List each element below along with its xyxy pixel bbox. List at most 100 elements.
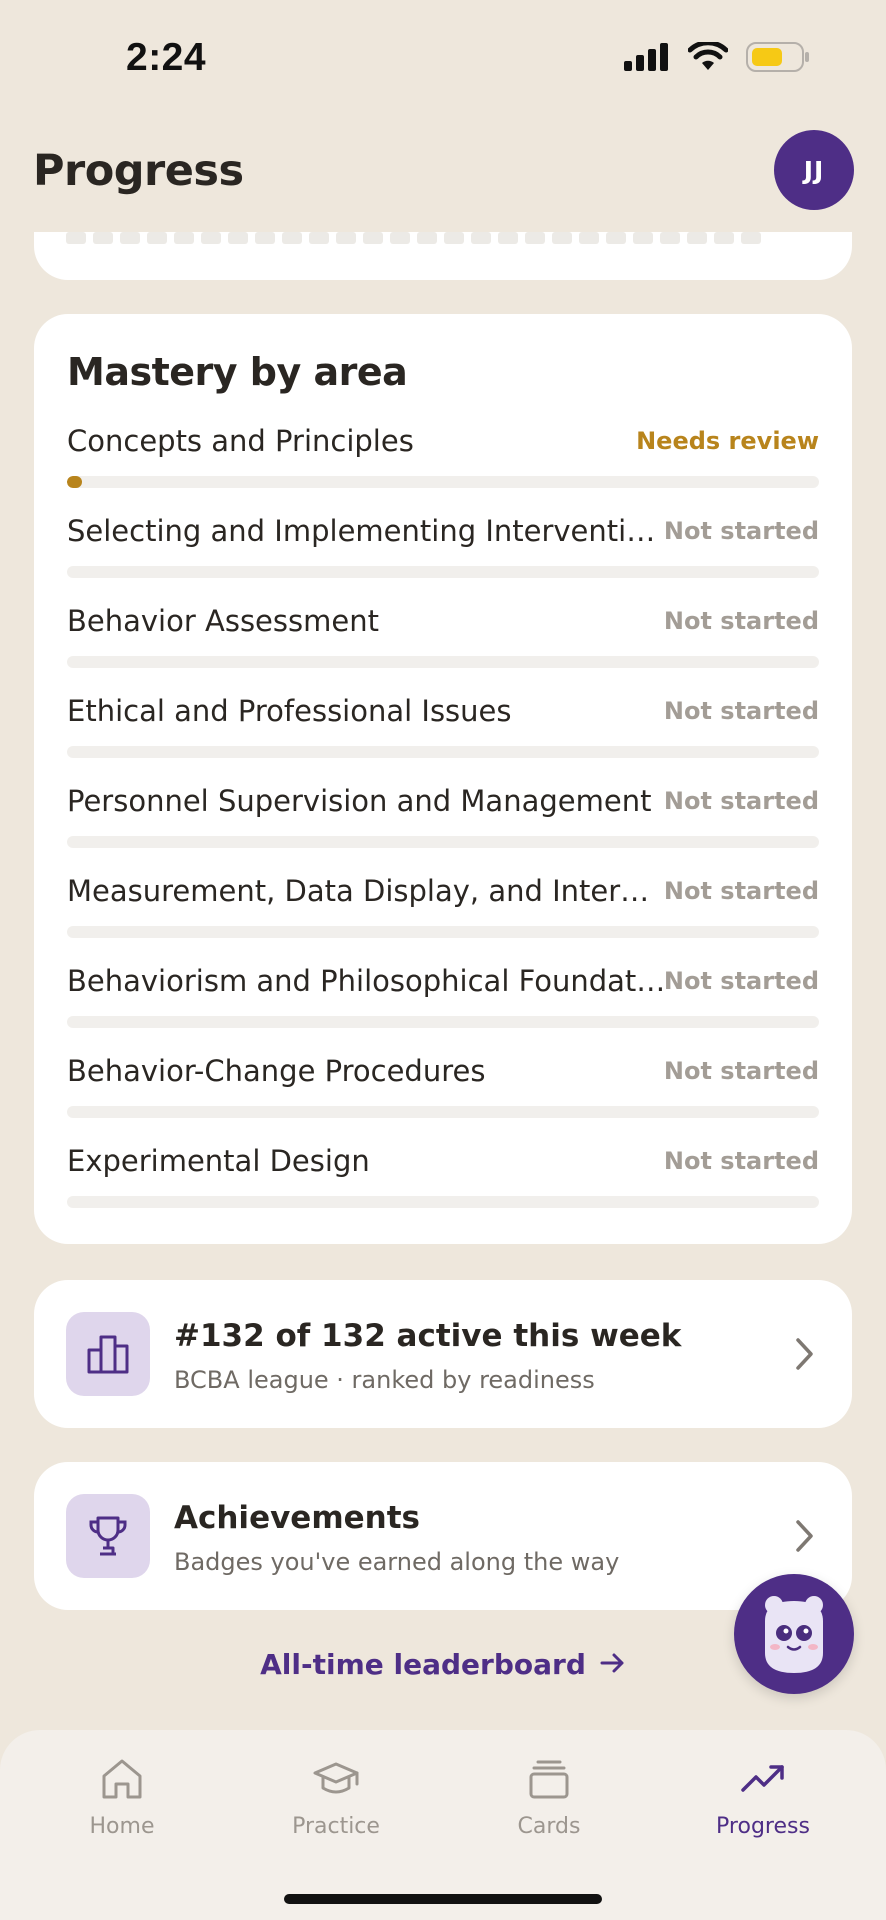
achievements-subtitle: Badges you've earned along the way <box>174 1548 620 1576</box>
area-progress-bar <box>67 1106 819 1118</box>
area-status: Not started <box>663 697 819 725</box>
avatar[interactable]: JJ <box>774 130 854 210</box>
tab-bar: Home Practice Cards Progress <box>0 1730 886 1920</box>
tab-progress[interactable]: Progress <box>663 1730 863 1860</box>
mastery-card: Mastery by area Concepts and Principles … <box>34 314 852 1244</box>
achievements-card[interactable]: Achievements Badges you've earned along … <box>34 1462 852 1610</box>
area-status: Not started <box>663 1147 819 1175</box>
activity-dot <box>201 232 221 244</box>
area-row[interactable]: Behavior Assessment Not started <box>67 604 819 694</box>
activity-dot <box>579 232 599 244</box>
area-name: Ethical and Professional Issues <box>67 694 512 728</box>
area-progress-bar <box>67 926 819 938</box>
leaderboard-icon <box>87 1335 129 1374</box>
mastery-title: Mastery by area <box>67 350 408 394</box>
area-name: Personnel Supervision and Management <box>67 784 652 818</box>
tab-home-label: Home <box>89 1814 155 1839</box>
activity-dot <box>363 232 383 244</box>
area-status: Not started <box>663 517 819 545</box>
all-time-leaderboard-link[interactable]: All-time leaderboard <box>0 1648 886 1681</box>
activity-dot <box>66 232 86 244</box>
area-name: Selecting and Implementing Interventions <box>67 514 667 548</box>
area-status: Not started <box>663 967 819 995</box>
graduation-cap-icon <box>313 1762 359 1794</box>
battery-icon <box>746 42 809 72</box>
cards-icon <box>529 1760 569 1799</box>
activity-dot <box>714 232 734 244</box>
area-row[interactable]: Selecting and Implementing Interventions… <box>67 514 819 604</box>
trophy-icon <box>89 1516 127 1556</box>
area-row[interactable]: Personnel Supervision and Management Not… <box>67 784 819 874</box>
header: Progress JJ <box>0 116 886 232</box>
area-name: Experimental Design <box>67 1144 370 1178</box>
home-icon <box>102 1759 142 1799</box>
activity-dot <box>444 232 464 244</box>
area-status: Not started <box>663 607 819 635</box>
activity-dot <box>471 232 491 244</box>
activity-dot <box>390 232 410 244</box>
activity-dot <box>687 232 707 244</box>
area-status: Not started <box>663 787 819 815</box>
area-row[interactable]: Concepts and Principles Needs review <box>67 424 819 514</box>
area-name: Behaviorism and Philosophical Foundati..… <box>67 964 667 998</box>
activity-dot <box>93 232 113 244</box>
area-row[interactable]: Experimental Design Not started <box>67 1144 819 1234</box>
status-time: 2:24 <box>126 36 207 79</box>
page-title: Progress <box>33 146 244 196</box>
tab-practice-label: Practice <box>292 1814 380 1839</box>
area-row[interactable]: Behaviorism and Philosophical Foundati..… <box>67 964 819 1054</box>
status-bar: 2:24 <box>0 0 886 116</box>
activity-dot <box>282 232 302 244</box>
area-status: Needs review <box>636 427 819 455</box>
activity-dot <box>120 232 140 244</box>
activity-dot <box>255 232 275 244</box>
area-status: Not started <box>663 877 819 905</box>
activity-dot <box>174 232 194 244</box>
league-subtitle: BCBA league · ranked by readiness <box>174 1366 595 1394</box>
area-progress-bar <box>67 746 819 758</box>
signal-icon <box>624 43 668 71</box>
wifi-icon <box>688 42 728 70</box>
all-time-leaderboard-label: All-time leaderboard <box>260 1648 586 1681</box>
leaderboard-icon-box <box>66 1312 150 1396</box>
league-card[interactable]: #132 of 132 active this week BCBA league… <box>34 1280 852 1428</box>
tab-cards-label: Cards <box>517 1814 581 1839</box>
tab-home[interactable]: Home <box>22 1730 222 1860</box>
trophy-icon-box <box>66 1494 150 1578</box>
tab-practice[interactable]: Practice <box>236 1730 436 1860</box>
area-progress-bar <box>67 836 819 848</box>
activity-dot <box>228 232 248 244</box>
area-name: Behavior-Change Procedures <box>67 1054 486 1088</box>
home-indicator <box>284 1894 602 1904</box>
area-name: Behavior Assessment <box>67 604 379 638</box>
activity-dot <box>552 232 572 244</box>
league-rank: #132 of 132 active this week <box>174 1318 682 1354</box>
status-icons <box>624 42 810 72</box>
area-status: Not started <box>663 1057 819 1085</box>
activity-dot <box>525 232 545 244</box>
activity-dot <box>309 232 329 244</box>
area-name: Measurement, Data Display, and Interpr..… <box>67 874 667 908</box>
area-row[interactable]: Measurement, Data Display, and Interpr..… <box>67 874 819 964</box>
trending-up-icon <box>741 1765 784 1792</box>
chevron-right-icon <box>796 1520 813 1552</box>
activity-dot <box>741 232 761 244</box>
activity-dot <box>633 232 653 244</box>
tab-cards[interactable]: Cards <box>449 1730 649 1860</box>
area-progress-bar <box>67 1016 819 1028</box>
area-row[interactable]: Behavior-Change Procedures Not started <box>67 1054 819 1144</box>
arrow-right-icon <box>600 1648 626 1681</box>
activity-dots <box>66 232 761 244</box>
area-name: Concepts and Principles <box>67 424 414 458</box>
activity-dot <box>606 232 626 244</box>
activity-dot <box>147 232 167 244</box>
achievements-title: Achievements <box>174 1500 420 1536</box>
chevron-right-icon <box>796 1338 813 1370</box>
area-progress-bar <box>67 476 819 488</box>
area-progress-bar <box>67 1196 819 1208</box>
tab-progress-label: Progress <box>716 1814 810 1839</box>
area-progress-bar <box>67 566 819 578</box>
area-progress-bar <box>67 656 819 668</box>
area-row[interactable]: Ethical and Professional Issues Not star… <box>67 694 819 784</box>
activity-dot <box>498 232 518 244</box>
